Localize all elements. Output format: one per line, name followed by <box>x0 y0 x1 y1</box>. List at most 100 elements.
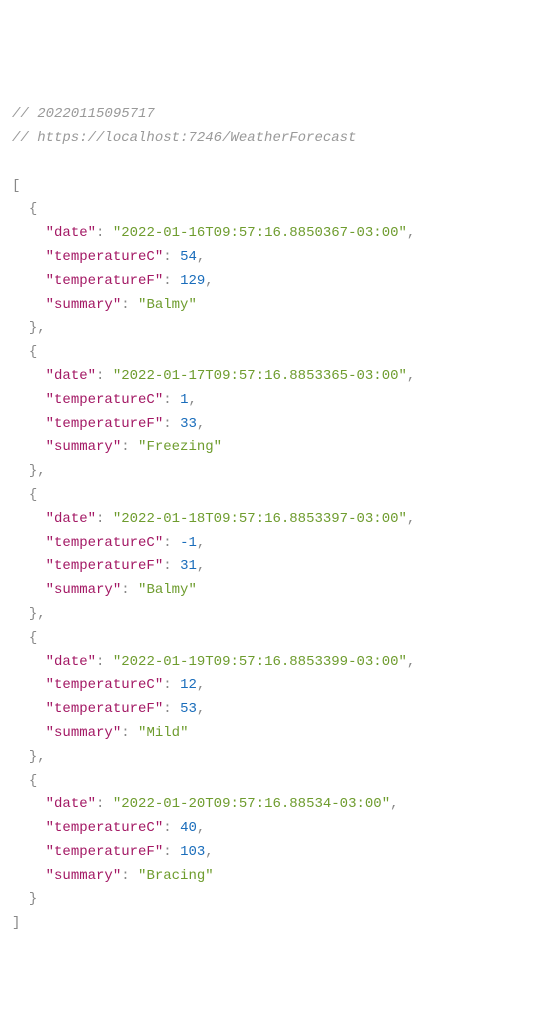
json-key-date: "date" <box>46 796 96 812</box>
comma: , <box>197 677 205 693</box>
json-key-temperatureF: "temperatureF" <box>46 844 164 860</box>
indent <box>12 677 46 693</box>
object-close-brace: }, <box>29 749 46 765</box>
comma: , <box>407 511 415 527</box>
indent <box>12 439 46 455</box>
colon: : <box>96 511 104 527</box>
comma: , <box>407 225 415 241</box>
object-close-brace: } <box>29 891 37 907</box>
json-key-temperatureF: "temperatureF" <box>46 273 164 289</box>
json-key-temperatureF: "temperatureF" <box>46 558 164 574</box>
json-value-summary: "Bracing" <box>138 868 214 884</box>
json-key-summary: "summary" <box>46 868 122 884</box>
indent <box>12 297 46 313</box>
colon: : <box>96 368 104 384</box>
indent <box>12 868 46 884</box>
json-key-summary: "summary" <box>46 725 122 741</box>
colon: : <box>121 868 129 884</box>
object-open-brace: { <box>29 487 37 503</box>
comma: , <box>390 796 398 812</box>
colon: : <box>163 392 171 408</box>
object-open-brace: { <box>29 773 37 789</box>
indent <box>12 344 29 360</box>
json-value-temperatureF: 103 <box>180 844 205 860</box>
comma: , <box>188 392 196 408</box>
json-key-temperatureF: "temperatureF" <box>46 416 164 432</box>
object-close-brace: }, <box>29 606 46 622</box>
json-value-temperatureF: 33 <box>180 416 197 432</box>
colon: : <box>163 677 171 693</box>
indent <box>12 249 46 265</box>
colon: : <box>96 654 104 670</box>
json-key-summary: "summary" <box>46 439 122 455</box>
indent <box>12 582 46 598</box>
json-value-temperatureC: -1 <box>180 535 197 551</box>
indent <box>12 368 46 384</box>
colon: : <box>121 582 129 598</box>
json-value-date: "2022-01-20T09:57:16.88534-03:00" <box>113 796 390 812</box>
comma: , <box>197 535 205 551</box>
comma: , <box>407 654 415 670</box>
json-key-date: "date" <box>46 368 96 384</box>
indent <box>12 558 46 574</box>
json-key-temperatureC: "temperatureC" <box>46 820 164 836</box>
comma: , <box>197 820 205 836</box>
comment-timestamp: // 20220115095717 <box>12 106 155 122</box>
indent <box>12 891 29 907</box>
object-close-brace: }, <box>29 463 46 479</box>
array-open-bracket: [ <box>12 178 20 194</box>
json-value-date: "2022-01-18T09:57:16.8853397-03:00" <box>113 511 407 527</box>
indent <box>12 606 29 622</box>
object-open-brace: { <box>29 201 37 217</box>
object-open-brace: { <box>29 344 37 360</box>
indent <box>12 511 46 527</box>
indent <box>12 630 29 646</box>
comma: , <box>407 368 415 384</box>
json-key-date: "date" <box>46 225 96 241</box>
json-value-temperatureC: 12 <box>180 677 197 693</box>
json-value-summary: "Freezing" <box>138 439 222 455</box>
comma: , <box>197 558 205 574</box>
comma: , <box>205 844 213 860</box>
json-value-summary: "Balmy" <box>138 297 197 313</box>
indent <box>12 796 46 812</box>
indent <box>12 725 46 741</box>
json-key-date: "date" <box>46 511 96 527</box>
comma: , <box>197 701 205 717</box>
colon: : <box>163 249 171 265</box>
json-value-temperatureC: 54 <box>180 249 197 265</box>
comment-url: // https://localhost:7246/WeatherForecas… <box>12 130 356 146</box>
colon: : <box>96 796 104 812</box>
comma: , <box>197 249 205 265</box>
comma: , <box>197 416 205 432</box>
colon: : <box>163 820 171 836</box>
indent <box>12 749 29 765</box>
indent <box>12 416 46 432</box>
indent <box>12 535 46 551</box>
json-value-date: "2022-01-17T09:57:16.8853365-03:00" <box>113 368 407 384</box>
indent <box>12 773 29 789</box>
colon: : <box>163 416 171 432</box>
indent <box>12 487 29 503</box>
json-key-temperatureC: "temperatureC" <box>46 677 164 693</box>
indent <box>12 701 46 717</box>
indent <box>12 392 46 408</box>
object-open-brace: { <box>29 630 37 646</box>
json-key-summary: "summary" <box>46 297 122 313</box>
comma: , <box>205 273 213 289</box>
colon: : <box>121 439 129 455</box>
json-value-temperatureF: 53 <box>180 701 197 717</box>
json-key-temperatureC: "temperatureC" <box>46 392 164 408</box>
indent <box>12 820 46 836</box>
indent <box>12 273 46 289</box>
object-close-brace: }, <box>29 320 46 336</box>
colon: : <box>163 844 171 860</box>
colon: : <box>121 725 129 741</box>
json-key-temperatureC: "temperatureC" <box>46 249 164 265</box>
indent <box>12 654 46 670</box>
json-value-date: "2022-01-16T09:57:16.8850367-03:00" <box>113 225 407 241</box>
colon: : <box>121 297 129 313</box>
json-value-temperatureF: 31 <box>180 558 197 574</box>
colon: : <box>96 225 104 241</box>
colon: : <box>163 273 171 289</box>
